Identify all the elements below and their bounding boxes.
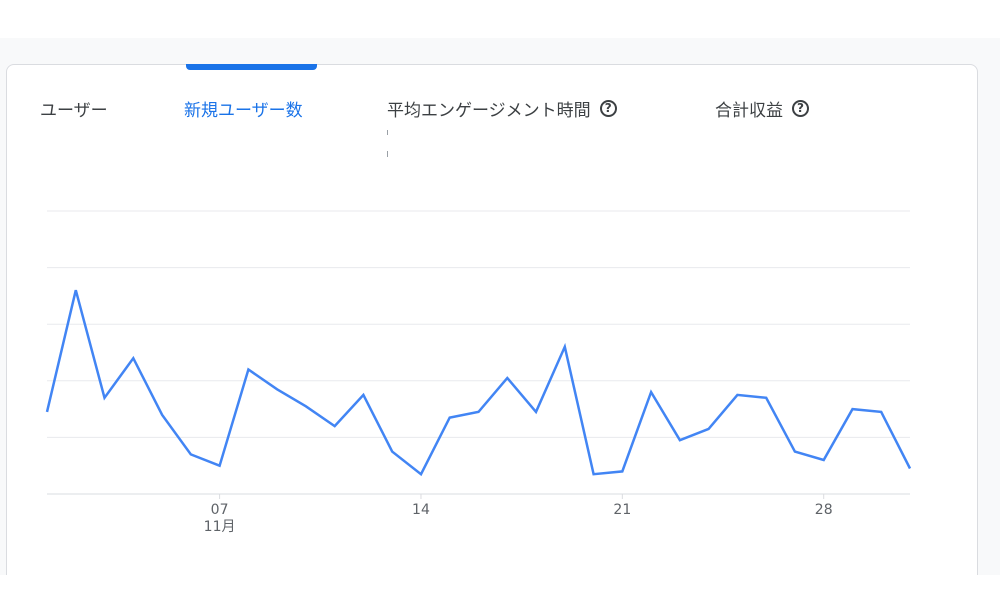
x-tick-label: 07	[211, 502, 229, 518]
series-line	[45, 289, 912, 477]
x-tick-label: 28	[815, 502, 833, 518]
x-tick-sublabel: 11月	[204, 519, 236, 535]
x-tick-label: 14	[412, 502, 430, 518]
line-chart: 0711月 14 21 28	[45, 210, 912, 535]
x-tick-label: 21	[613, 502, 631, 518]
